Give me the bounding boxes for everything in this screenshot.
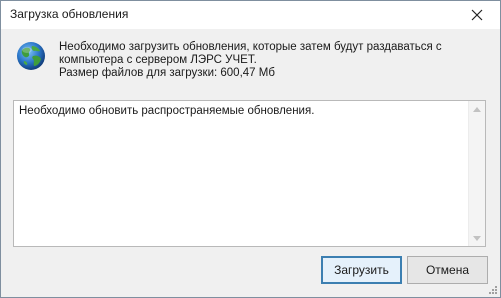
globe-icon [17, 42, 45, 70]
vertical-scrollbar[interactable] [468, 101, 485, 246]
scroll-down-button[interactable] [469, 230, 485, 246]
message-text: Необходимо загрузить обновления, которые… [59, 41, 479, 80]
chevron-down-icon [473, 235, 481, 241]
message-line: Необходимо загрузить обновления, которые… [59, 41, 442, 53]
download-button[interactable]: Загрузить [321, 256, 402, 284]
update-dialog: Загрузка обновления Необходимо загрузить… [0, 0, 501, 298]
resize-grip-icon[interactable] [488, 285, 498, 295]
file-size-line: Размер файлов для загрузки: 600,47 Мб [59, 67, 275, 79]
title-bar[interactable]: Загрузка обновления [1, 1, 500, 29]
cancel-button[interactable]: Отмена [407, 256, 488, 284]
window-title: Загрузка обновления [10, 7, 129, 21]
close-icon [471, 9, 483, 21]
details-textarea[interactable]: Необходимо обновить распространяемые обн… [13, 100, 486, 247]
close-button[interactable] [454, 1, 500, 29]
message-line: компьютера с сервером ЛЭРС УЧЕТ. [59, 54, 257, 66]
scroll-up-button[interactable] [469, 101, 485, 117]
chevron-up-icon [473, 106, 481, 112]
details-text: Необходимо обновить распространяемые обн… [19, 105, 315, 117]
